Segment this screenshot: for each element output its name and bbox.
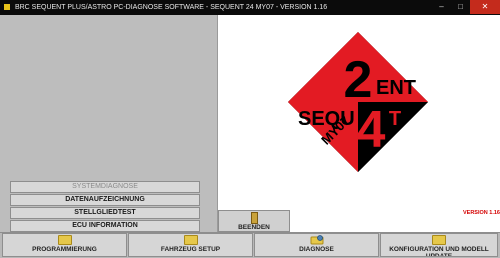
diagnose-button[interactable]: DIAGNOSE: [254, 233, 379, 257]
menu-item-systemdiagnose[interactable]: SYSTEMDIAGNOSE: [10, 181, 200, 193]
fahrzeug-setup-button[interactable]: FAHRZEUG SETUP: [128, 233, 253, 257]
diagnose-label: DIAGNOSE: [299, 246, 334, 253]
logo-letter-t: T: [389, 108, 401, 130]
konfiguration-update-label: KONFIGURATION UND MODELL UPDATE: [389, 246, 489, 257]
programmierung-button[interactable]: PROGRAMMIERUNG: [2, 233, 127, 257]
programmierung-label: PROGRAMMIERUNG: [32, 246, 97, 253]
beenden-button[interactable]: BEENDEN: [218, 210, 290, 232]
sequent-logo: 2 ENT SEQU T 4 MY07: [288, 32, 428, 172]
logo-area: 2 ENT SEQU T 4 MY07: [218, 15, 500, 232]
folder-icon: [183, 235, 198, 245]
beenden-label: BEENDEN: [238, 224, 270, 231]
folder-icon: [57, 235, 72, 245]
close-button[interactable]: ✕: [470, 0, 500, 14]
minimize-button[interactable]: –: [432, 0, 451, 14]
menu-item-ecu-information[interactable]: ECU INFORMATION: [10, 220, 200, 232]
maximize-button[interactable]: □: [451, 0, 470, 14]
logo-number-4: 4: [357, 101, 386, 159]
logo-text-ent: ENT: [376, 77, 416, 99]
konfiguration-update-button[interactable]: KONFIGURATION UND MODELL UPDATE: [380, 233, 498, 257]
menu-item-datenaufzeichnung[interactable]: DATENAUFZEICHNUNG: [10, 194, 200, 206]
window-controls: – □ ✕: [432, 0, 500, 15]
door-icon: [250, 212, 258, 224]
diagnose-icon: [310, 235, 323, 245]
fahrzeug-setup-label: FAHRZEUG SETUP: [160, 246, 221, 253]
menu-item-stellgliedtest[interactable]: STELLGLIEDTEST: [10, 207, 200, 219]
version-label: VERSION 1.16: [463, 210, 500, 216]
title-bar: BRC SEQUENT PLUS/ASTRO PC-DIAGNOSE SOFTW…: [0, 0, 500, 15]
window-title: BRC SEQUENT PLUS/ASTRO PC-DIAGNOSE SOFTW…: [14, 4, 328, 11]
folder-icon: [432, 235, 446, 245]
app-icon: [4, 4, 10, 11]
